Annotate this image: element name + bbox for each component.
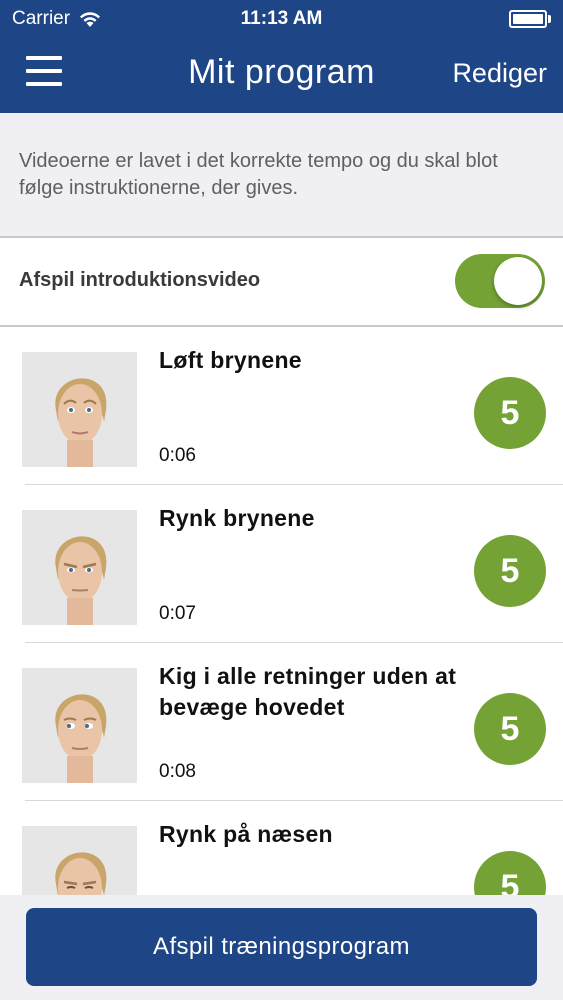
- exercise-duration: 0:08: [159, 761, 196, 782]
- exercise-item[interactable]: Rynk brynene 0:07 5: [0, 485, 563, 643]
- info-box: Videoerne er lavet i det korrekte tempo …: [0, 113, 563, 238]
- app-header: Carrier 11:13 AM Mit program Rediger: [0, 0, 563, 113]
- exercise-title: Kig i alle retninger uden at bevæge hove…: [159, 663, 457, 720]
- exercise-duration: 0:06: [159, 445, 196, 466]
- edit-button[interactable]: Rediger: [452, 58, 547, 89]
- battery-icon: [509, 10, 551, 28]
- intro-video-toggle[interactable]: [455, 254, 545, 308]
- play-program-button[interactable]: Afspil træningsprogram: [26, 908, 537, 986]
- exercise-list[interactable]: Løft brynene 0:06 5 Rynk brynene 0:07 5: [0, 327, 563, 895]
- toggle-knob: [494, 257, 542, 305]
- intro-video-row: Afspil introduktionsvideo: [0, 238, 563, 327]
- exercise-title: Løft brynene: [159, 347, 302, 373]
- navigation-bar: Mit program Rediger: [0, 38, 563, 113]
- exercise-title: Rynk brynene: [159, 505, 315, 531]
- exercise-item[interactable]: Rynk på næsen 5: [0, 801, 563, 895]
- status-time: 11:13 AM: [240, 8, 323, 29]
- intro-video-label: Afspil introduktionsvideo: [19, 269, 261, 291]
- status-bar: Carrier 11:13 AM: [0, 0, 563, 38]
- repetition-badge: 5: [474, 851, 546, 895]
- repetition-badge: 5: [474, 693, 546, 765]
- repetition-badge: 5: [474, 535, 546, 607]
- info-text: Videoerne er lavet i det korrekte tempo …: [19, 150, 498, 199]
- exercise-thumbnail: [22, 352, 137, 467]
- exercise-thumbnail: [22, 510, 137, 625]
- repetition-badge: 5: [474, 377, 546, 449]
- exercise-item[interactable]: Løft brynene 0:06 5: [0, 327, 563, 485]
- exercise-title: Rynk på næsen: [159, 821, 333, 847]
- footer-bar: Afspil træningsprogram: [0, 895, 563, 1000]
- exercise-thumbnail: [22, 826, 137, 895]
- exercise-duration: 0:07: [159, 603, 196, 624]
- exercise-item[interactable]: Kig i alle retninger uden at bevæge hove…: [0, 643, 563, 801]
- exercise-thumbnail: [22, 668, 137, 783]
